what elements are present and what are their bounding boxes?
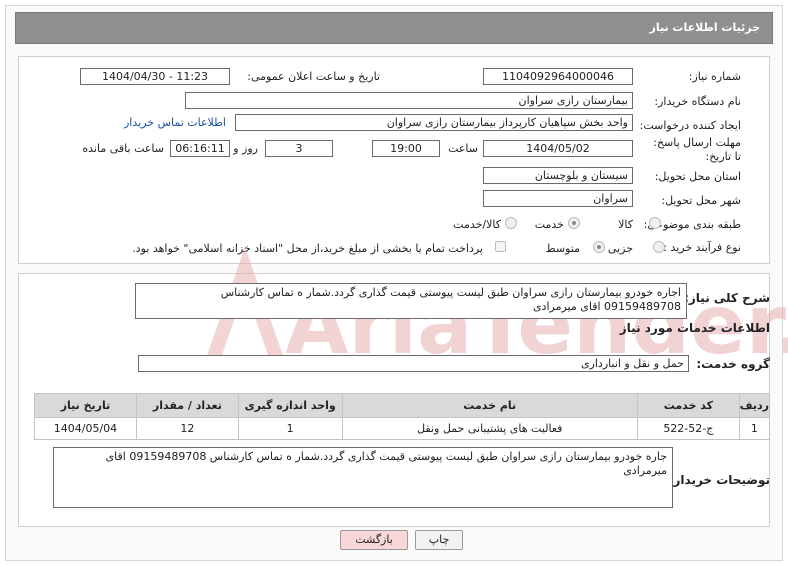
col-header-quantity: تعداد / مقدار — [135, 393, 239, 418]
buyer-org-field[interactable]: بیمارستان رازی سراوان — [185, 92, 633, 109]
services-table: ردیف کد خدمت نام خدمت واحد اندازه گیری ت… — [34, 393, 771, 440]
need-number-label: شماره نیاز: — [688, 70, 741, 83]
cell-code: ج-52-522 — [636, 417, 740, 440]
days-label: روز و — [233, 142, 258, 155]
need-number-field[interactable]: 1104092964000046 — [483, 68, 633, 85]
province-label: استان محل تحویل: — [654, 170, 741, 183]
cell-row: 1 — [738, 417, 771, 440]
days-field[interactable]: 3 — [265, 140, 333, 157]
services-table-header: ردیف کد خدمت نام خدمت واحد اندازه گیری ت… — [34, 393, 771, 418]
cell-quantity: 12 — [135, 417, 239, 440]
description-textarea[interactable]: اجاره خودرو بیمارستان رازی سراوان طبق لی… — [135, 283, 687, 319]
category-service-label: خدمت — [534, 218, 564, 231]
process-minor-label: جزیی — [607, 242, 633, 255]
buyer-notes-label: توضیحات خریدار: — [668, 473, 770, 487]
page-header: جزئیات اطلاعات نیاز — [15, 12, 773, 44]
page-title: جزئیات اطلاعات نیاز — [649, 21, 761, 34]
city-label: شهر محل تحویل: — [661, 194, 741, 207]
requester-label: ایجاد کننده درخواست: — [639, 119, 741, 132]
requester-field[interactable]: واحد بخش سپاهیان کارپرداز بیمارستان رازی… — [235, 114, 633, 131]
process-minor-radio[interactable] — [653, 241, 665, 253]
province-field[interactable]: سیستان و بلوچستان — [483, 167, 633, 184]
payment-note: پرداخت تمام یا بخشی از مبلغ خرید،از محل … — [132, 242, 483, 255]
col-header-code: کد خدمت — [636, 393, 740, 418]
category-goods-service-label: کالا/خدمت — [453, 218, 501, 231]
category-service-radio[interactable] — [568, 217, 580, 229]
process-label: نوع فرآیند خرید : — [663, 241, 741, 254]
service-group-label: گروه خدمت: — [696, 357, 770, 371]
service-group-field[interactable]: حمل و نقل و انبارداری — [138, 355, 689, 372]
category-goods-service-radio[interactable] — [505, 217, 517, 229]
cell-name: فعالیت های پشتیبانی حمل ونقل — [341, 417, 638, 440]
buyer-notes-textarea[interactable]: جاره خودرو بیمارستان رازی سراوان طبق لیس… — [53, 447, 673, 508]
back-button[interactable]: بازگشت — [340, 530, 408, 550]
process-medium-radio[interactable] — [593, 241, 605, 253]
col-header-row: ردیف — [738, 393, 771, 418]
announce-date-field[interactable]: 1404/04/30 - 11:23 — [80, 68, 230, 85]
deadline-label: مهلت ارسال پاسخ: تا تاریخ: — [653, 136, 741, 163]
print-button[interactable]: چاپ — [415, 530, 463, 550]
category-goods-label: کالا — [618, 218, 633, 231]
buyer-contact-link[interactable]: اطلاعات تماس خریدار — [124, 116, 226, 129]
description-label: شرح کلی نیاز: — [684, 291, 770, 305]
deadline-time-label: ساعت — [448, 142, 478, 155]
deadline-time-field[interactable]: 19:00 — [372, 140, 440, 157]
table-row[interactable]: 1 ج-52-522 فعالیت های پشتیبانی حمل ونقل … — [34, 417, 771, 440]
cell-date: 1404/05/04 — [34, 417, 137, 440]
col-header-unit: واحد اندازه گیری — [237, 393, 343, 418]
announce-date-label: تاریخ و ساعت اعلان عمومی: — [247, 70, 380, 83]
col-header-name: نام خدمت — [341, 393, 638, 418]
process-medium-label: متوسط — [545, 242, 580, 255]
cell-unit: 1 — [237, 417, 343, 440]
buyer-org-label: نام دستگاه خریدار: — [654, 95, 741, 108]
remaining-time-field[interactable]: 06:16:11 — [170, 140, 230, 157]
city-field[interactable]: سراوان — [483, 190, 633, 207]
col-header-date: تاریخ نیاز — [34, 393, 137, 418]
remaining-time-label: ساعت باقی مانده — [82, 142, 164, 155]
deadline-date-field[interactable]: 1404/05/02 — [483, 140, 633, 157]
payment-checkbox[interactable] — [495, 241, 506, 252]
services-section-title: اطلاعات خدمات مورد نیاز — [619, 321, 770, 335]
category-goods-radio[interactable] — [649, 217, 661, 229]
